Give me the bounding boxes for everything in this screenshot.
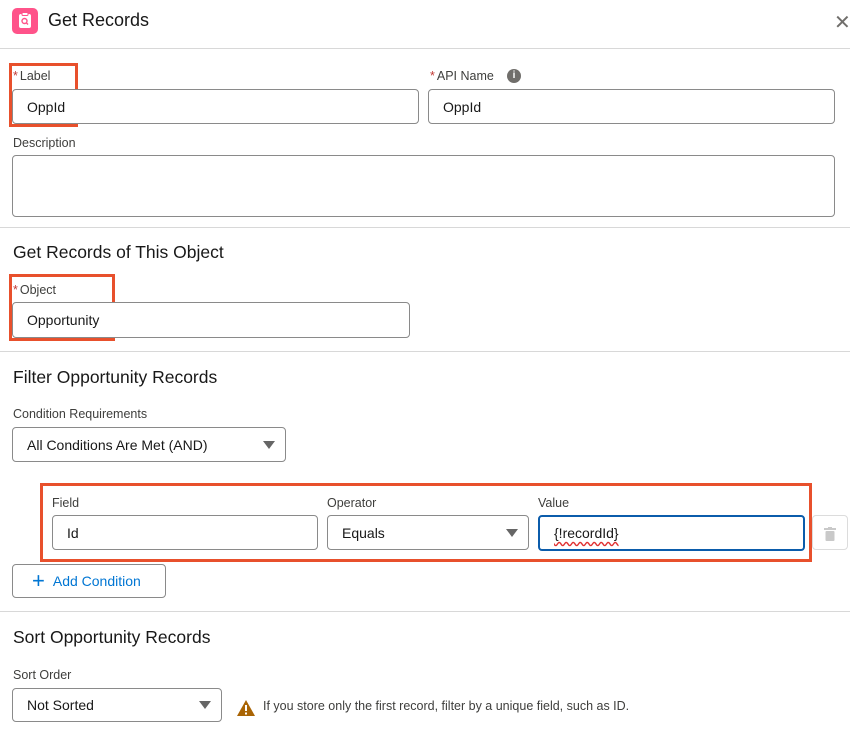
- object-section-title: Get Records of This Object: [13, 242, 224, 262]
- object-label: * Object: [13, 283, 57, 297]
- condition-requirements-label: Condition Requirements: [13, 407, 148, 421]
- chevron-down-icon: [506, 528, 518, 537]
- plus-icon: +: [32, 568, 45, 593]
- filter-section-title: Filter Opportunity Records: [13, 367, 218, 387]
- field-input[interactable]: Id: [52, 515, 318, 550]
- condition-requirements-select[interactable]: All Conditions Are Met (AND): [12, 427, 286, 462]
- modal-title: Get Records: [48, 10, 150, 30]
- object-input[interactable]: Opportunity: [12, 302, 410, 338]
- sort-warning-text: If you store only the first record, filt…: [263, 699, 630, 713]
- value-input[interactable]: {!recordId}: [538, 515, 805, 551]
- delete-condition-button[interactable]: [812, 515, 848, 550]
- sort-order-label: Sort Order: [13, 668, 72, 682]
- api-name-input[interactable]: OppId: [428, 89, 835, 124]
- label-field-label: * Label: [13, 69, 51, 83]
- description-textarea[interactable]: [12, 155, 835, 217]
- chevron-down-icon: [199, 701, 211, 709]
- chevron-down-icon: [263, 440, 275, 449]
- sort-section-title: Sort Opportunity Records: [13, 627, 211, 647]
- operator-select[interactable]: Equals: [327, 515, 529, 550]
- add-condition-button[interactable]: + Add Condition: [12, 564, 166, 598]
- field-label: Field: [52, 496, 80, 510]
- info-icon[interactable]: i: [507, 69, 521, 83]
- description-label: Description: [13, 136, 76, 150]
- label-input[interactable]: OppId: [12, 89, 419, 124]
- close-icon[interactable]: ✕: [834, 10, 850, 35]
- operator-label: Operator: [327, 496, 377, 510]
- get-records-icon: [12, 8, 38, 34]
- warning-icon: [237, 700, 255, 716]
- value-label: Value: [538, 496, 570, 510]
- api-name-label: * API Name: [430, 69, 494, 83]
- trash-icon: [824, 526, 836, 541]
- sort-order-select[interactable]: Not Sorted: [12, 688, 222, 722]
